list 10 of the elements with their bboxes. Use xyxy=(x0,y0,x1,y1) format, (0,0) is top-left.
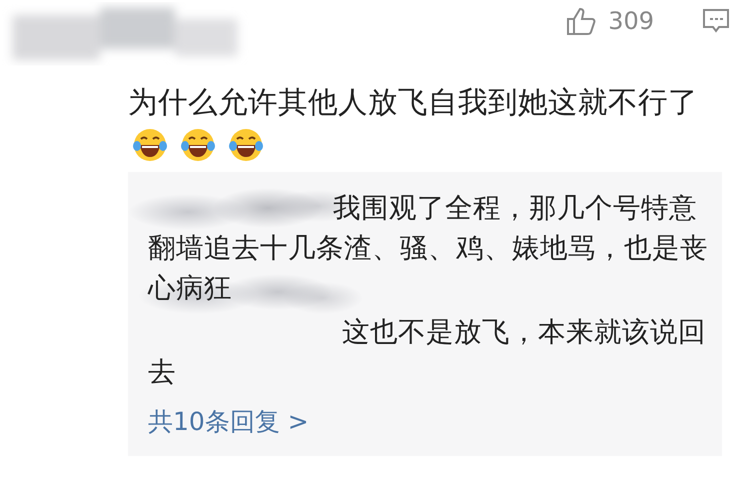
laughing-emoji-icon xyxy=(228,128,264,162)
reply-text: 我围观了全程，那几个号特意翻墙追去十几条渣、骚、鸡、婊地骂，也是丧心病狂 xyxy=(148,191,708,306)
reply-text: 这也不是放飞，本来就该说回去 xyxy=(148,315,707,390)
like-count: 309 xyxy=(608,7,654,35)
thumbs-up-icon[interactable] xyxy=(566,6,596,36)
more-replies-link[interactable]: 共10条回复 > xyxy=(148,402,309,442)
laughing-emoji-icon xyxy=(180,128,216,162)
comment-text: 为什么允许其他人放飞自我到她这就不行了 xyxy=(128,84,699,121)
laughing-emoji-icon xyxy=(132,128,168,162)
comment-icon[interactable] xyxy=(702,8,730,34)
